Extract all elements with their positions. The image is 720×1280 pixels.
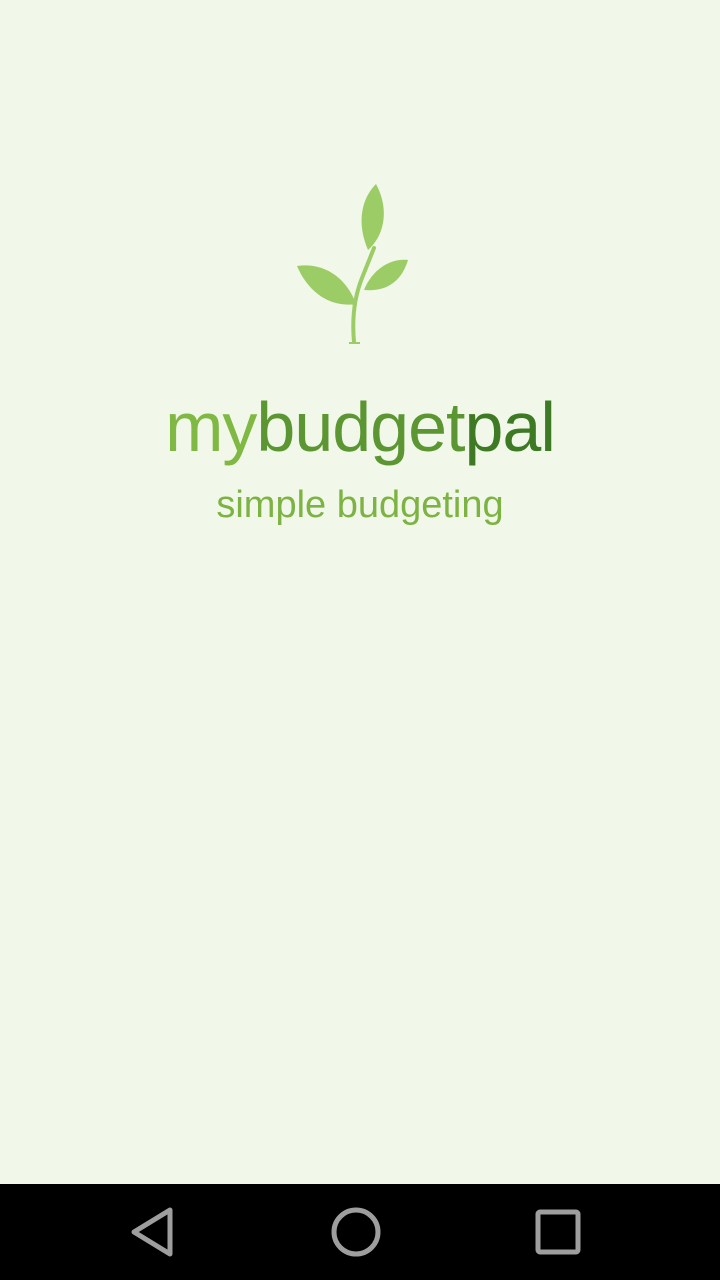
sprout-logo-icon — [297, 184, 408, 344]
home-circle-icon — [331, 1207, 381, 1257]
splash-screen: mybudgetpal simple budgeting — [0, 0, 720, 1184]
back-button[interactable] — [86, 1184, 226, 1280]
wordmark-part-budget: budget — [256, 388, 465, 466]
wordmark-part-my: my — [165, 388, 257, 466]
recents-square-icon — [535, 1209, 581, 1255]
app-tagline: simple budgeting — [216, 484, 504, 526]
recents-button[interactable] — [488, 1184, 628, 1280]
wordmark-part-pal: pal — [464, 388, 556, 466]
home-button[interactable] — [286, 1184, 426, 1280]
back-triangle-icon — [131, 1207, 173, 1257]
app-wordmark: mybudgetpal — [0, 384, 720, 470]
system-navigation-bar — [0, 1184, 720, 1280]
